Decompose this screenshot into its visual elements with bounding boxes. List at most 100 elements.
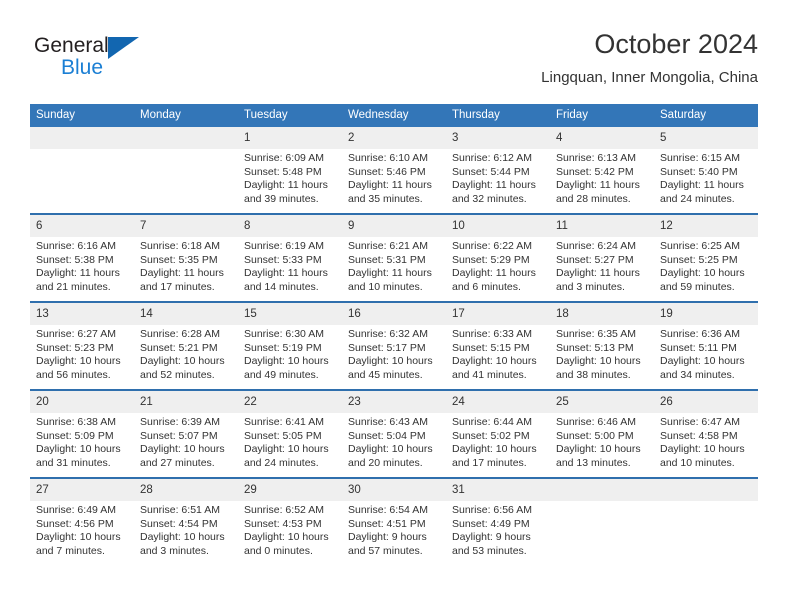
day-sun-info: Sunrise: 6:21 AM Sunset: 5:31 PM Daylight:… bbox=[342, 237, 446, 294]
calendar-day-cell-empty bbox=[134, 127, 238, 215]
calendar-day-cell[interactable]: 6 Sunrise: 6:16 AM Sunset: 5:38 PM Daylight… bbox=[30, 214, 134, 303]
weekday-header-tuesday: Tuesday bbox=[238, 104, 342, 127]
calendar-day-cell[interactable]: 13 Sunrise: 6:27 AM Sunset: 5:23 PM Dayligh… bbox=[30, 302, 134, 391]
weekday-header-saturday: Saturday bbox=[654, 104, 758, 127]
day-cell-inner: 17 Sunrise: 6:33 AM Sunset: 5:15 PM Dayligh… bbox=[446, 303, 550, 389]
calendar-day-cell[interactable]: 4 Sunrise: 6:13 AM Sunset: 5:42 PM Daylight… bbox=[550, 127, 654, 215]
day-daylight-line1-text: Daylight: 10 hours bbox=[36, 355, 121, 368]
day-number bbox=[654, 479, 758, 501]
day-sun-info: Sunrise: 6:13 AM Sunset: 5:42 PM Daylight:… bbox=[550, 149, 654, 206]
day-cell-inner: 20 Sunrise: 6:38 AM Sunset: 5:09 PM Dayligh… bbox=[30, 391, 134, 477]
day-number: 5 bbox=[654, 127, 758, 149]
day-number: 4 bbox=[550, 127, 654, 149]
calendar-header-row: Sunday Monday Tuesday Wednesday Thursday… bbox=[30, 104, 758, 127]
day-sunset-text: Sunset: 5:38 PM bbox=[36, 253, 114, 266]
calendar-day-cell[interactable]: 30 Sunrise: 6:54 AM Sunset: 4:51 PM Dayligh… bbox=[342, 478, 446, 569]
calendar-day-cell[interactable]: 26 Sunrise: 6:47 AM Sunset: 4:58 PM Dayligh… bbox=[654, 390, 758, 479]
day-number: 3 bbox=[446, 127, 550, 149]
day-daylight-line2-text: and 0 minutes. bbox=[244, 544, 313, 557]
day-number: 22 bbox=[238, 391, 342, 413]
day-sunset-text: Sunset: 5:19 PM bbox=[244, 341, 322, 354]
day-daylight-line2-text: and 13 minutes. bbox=[556, 456, 631, 469]
calendar-day-cell-empty bbox=[550, 478, 654, 569]
day-sunrise-text: Sunrise: 6:44 AM bbox=[452, 416, 532, 428]
day-daylight-line2-text: and 17 minutes. bbox=[452, 456, 527, 469]
calendar-day-cell[interactable]: 22 Sunrise: 6:41 AM Sunset: 5:05 PM Dayligh… bbox=[238, 390, 342, 479]
calendar-day-cell[interactable]: 24 Sunrise: 6:44 AM Sunset: 5:02 PM Dayligh… bbox=[446, 390, 550, 479]
weekday-header-sunday: Sunday bbox=[30, 104, 134, 127]
weekday-header-friday: Friday bbox=[550, 104, 654, 127]
page-subtitle: Lingquan, Inner Mongolia, China bbox=[541, 69, 758, 86]
day-cell-inner: 26 Sunrise: 6:47 AM Sunset: 4:58 PM Dayligh… bbox=[654, 391, 758, 477]
calendar-day-cell[interactable]: 9 Sunrise: 6:21 AM Sunset: 5:31 PM Daylight… bbox=[342, 214, 446, 303]
day-number: 16 bbox=[342, 303, 446, 325]
day-daylight-line1-text: Daylight: 11 hours bbox=[348, 267, 432, 280]
day-sun-info: Sunrise: 6:28 AM Sunset: 5:21 PM Daylight:… bbox=[134, 325, 238, 382]
day-number: 28 bbox=[134, 479, 238, 501]
day-sunrise-text: Sunrise: 6:32 AM bbox=[348, 328, 428, 340]
calendar-day-cell[interactable]: 28 Sunrise: 6:51 AM Sunset: 4:54 PM Dayligh… bbox=[134, 478, 238, 569]
day-cell-inner bbox=[134, 127, 238, 213]
day-sunrise-text: Sunrise: 6:16 AM bbox=[36, 240, 116, 252]
day-sun-info: Sunrise: 6:39 AM Sunset: 5:07 PM Daylight:… bbox=[134, 413, 238, 470]
day-cell-inner: 8 Sunrise: 6:19 AM Sunset: 5:33 PM Daylight… bbox=[238, 215, 342, 301]
day-daylight-line1-text: Daylight: 9 hours bbox=[348, 531, 427, 544]
day-number: 1 bbox=[238, 127, 342, 149]
day-sunrise-text: Sunrise: 6:46 AM bbox=[556, 416, 636, 428]
day-daylight-line1-text: Daylight: 11 hours bbox=[244, 267, 328, 280]
calendar-day-cell[interactable]: 1 Sunrise: 6:09 AM Sunset: 5:48 PM Daylight… bbox=[238, 127, 342, 215]
general-blue-logo[interactable]: General Blue bbox=[34, 34, 234, 90]
calendar-day-cell[interactable]: 21 Sunrise: 6:39 AM Sunset: 5:07 PM Dayligh… bbox=[134, 390, 238, 479]
calendar-day-cell[interactable]: 7 Sunrise: 6:18 AM Sunset: 5:35 PM Daylight… bbox=[134, 214, 238, 303]
day-sunset-text: Sunset: 5:13 PM bbox=[556, 341, 634, 354]
day-daylight-line1-text: Daylight: 10 hours bbox=[452, 443, 537, 456]
calendar-day-cell[interactable]: 3 Sunrise: 6:12 AM Sunset: 5:44 PM Daylight… bbox=[446, 127, 550, 215]
day-cell-inner: 23 Sunrise: 6:43 AM Sunset: 5:04 PM Dayligh… bbox=[342, 391, 446, 477]
day-daylight-line2-text: and 32 minutes. bbox=[452, 192, 527, 205]
day-daylight-line1-text: Daylight: 10 hours bbox=[244, 355, 329, 368]
calendar-day-cell[interactable]: 23 Sunrise: 6:43 AM Sunset: 5:04 PM Dayligh… bbox=[342, 390, 446, 479]
day-daylight-line1-text: Daylight: 10 hours bbox=[556, 443, 641, 456]
calendar-week-row: 6 Sunrise: 6:16 AM Sunset: 5:38 PM Daylight… bbox=[30, 214, 758, 303]
calendar-day-cell[interactable]: 15 Sunrise: 6:30 AM Sunset: 5:19 PM Dayligh… bbox=[238, 302, 342, 391]
calendar-day-cell[interactable]: 2 Sunrise: 6:10 AM Sunset: 5:46 PM Daylight… bbox=[342, 127, 446, 215]
day-sunrise-text: Sunrise: 6:54 AM bbox=[348, 504, 428, 516]
calendar-day-cell[interactable]: 27 Sunrise: 6:49 AM Sunset: 4:56 PM Dayligh… bbox=[30, 478, 134, 569]
calendar-day-cell[interactable]: 25 Sunrise: 6:46 AM Sunset: 5:00 PM Dayligh… bbox=[550, 390, 654, 479]
calendar-day-cell[interactable]: 14 Sunrise: 6:28 AM Sunset: 5:21 PM Dayligh… bbox=[134, 302, 238, 391]
day-daylight-line1-text: Daylight: 10 hours bbox=[348, 443, 433, 456]
calendar-day-cell[interactable]: 29 Sunrise: 6:52 AM Sunset: 4:53 PM Dayligh… bbox=[238, 478, 342, 569]
calendar-day-cell[interactable]: 16 Sunrise: 6:32 AM Sunset: 5:17 PM Dayligh… bbox=[342, 302, 446, 391]
calendar-day-cell-empty bbox=[654, 478, 758, 569]
calendar-day-cell[interactable]: 12 Sunrise: 6:25 AM Sunset: 5:25 PM Dayligh… bbox=[654, 214, 758, 303]
day-sunrise-text: Sunrise: 6:12 AM bbox=[452, 152, 532, 164]
day-sun-info: Sunrise: 6:33 AM Sunset: 5:15 PM Daylight:… bbox=[446, 325, 550, 382]
calendar-day-cell[interactable]: 8 Sunrise: 6:19 AM Sunset: 5:33 PM Daylight… bbox=[238, 214, 342, 303]
day-sunrise-text: Sunrise: 6:24 AM bbox=[556, 240, 636, 252]
day-sun-info: Sunrise: 6:12 AM Sunset: 5:44 PM Daylight:… bbox=[446, 149, 550, 206]
day-sun-info: Sunrise: 6:52 AM Sunset: 4:53 PM Daylight:… bbox=[238, 501, 342, 558]
day-daylight-line1-text: Daylight: 10 hours bbox=[244, 443, 329, 456]
day-sunset-text: Sunset: 5:27 PM bbox=[556, 253, 634, 266]
calendar-day-cell[interactable]: 18 Sunrise: 6:35 AM Sunset: 5:13 PM Dayligh… bbox=[550, 302, 654, 391]
day-cell-inner: 11 Sunrise: 6:24 AM Sunset: 5:27 PM Dayligh… bbox=[550, 215, 654, 301]
day-daylight-line1-text: Daylight: 10 hours bbox=[36, 443, 121, 456]
page-header: General Blue October 2024 Lingquan, Inne… bbox=[34, 28, 758, 98]
day-cell-inner: 7 Sunrise: 6:18 AM Sunset: 5:35 PM Daylight… bbox=[134, 215, 238, 301]
day-sunrise-text: Sunrise: 6:56 AM bbox=[452, 504, 532, 516]
day-daylight-line1-text: Daylight: 10 hours bbox=[452, 355, 537, 368]
calendar-day-cell[interactable]: 11 Sunrise: 6:24 AM Sunset: 5:27 PM Dayligh… bbox=[550, 214, 654, 303]
calendar-day-cell[interactable]: 17 Sunrise: 6:33 AM Sunset: 5:15 PM Dayligh… bbox=[446, 302, 550, 391]
calendar-day-cell[interactable]: 5 Sunrise: 6:15 AM Sunset: 5:40 PM Daylight… bbox=[654, 127, 758, 215]
day-daylight-line2-text: and 20 minutes. bbox=[348, 456, 423, 469]
calendar-day-cell[interactable]: 20 Sunrise: 6:38 AM Sunset: 5:09 PM Dayligh… bbox=[30, 390, 134, 479]
day-cell-inner: 12 Sunrise: 6:25 AM Sunset: 5:25 PM Dayligh… bbox=[654, 215, 758, 301]
calendar-day-cell[interactable]: 19 Sunrise: 6:36 AM Sunset: 5:11 PM Dayligh… bbox=[654, 302, 758, 391]
day-cell-inner: 28 Sunrise: 6:51 AM Sunset: 4:54 PM Dayligh… bbox=[134, 479, 238, 569]
calendar-day-cell[interactable]: 31 Sunrise: 6:56 AM Sunset: 4:49 PM Dayligh… bbox=[446, 478, 550, 569]
calendar-week-row: 27 Sunrise: 6:49 AM Sunset: 4:56 PM Dayligh… bbox=[30, 478, 758, 569]
day-number: 9 bbox=[342, 215, 446, 237]
day-daylight-line2-text: and 3 minutes. bbox=[140, 544, 209, 557]
day-cell-inner: 4 Sunrise: 6:13 AM Sunset: 5:42 PM Daylight… bbox=[550, 127, 654, 213]
calendar-day-cell[interactable]: 10 Sunrise: 6:22 AM Sunset: 5:29 PM Dayligh… bbox=[446, 214, 550, 303]
